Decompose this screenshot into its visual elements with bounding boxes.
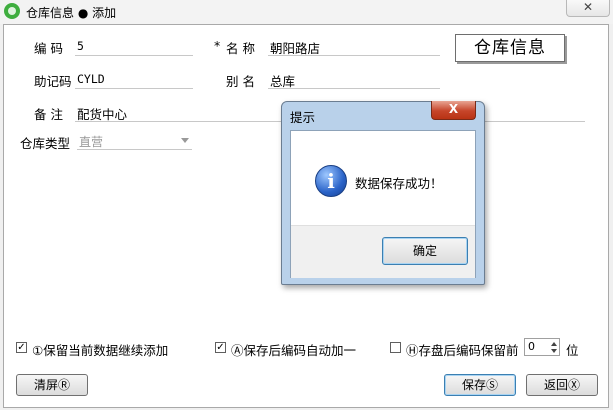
window-titlebar: 仓库信息 ● 添加 ✕ [0,0,613,24]
window-title: 仓库信息 ● 添加 [26,6,117,20]
remark-label: 备 注 [34,107,63,122]
dialog-ok-button[interactable]: 确定 [382,237,468,265]
chevron-down-icon [181,138,189,143]
alias-value: 总库 [270,74,296,89]
name-field[interactable]: 朝阳路店 [268,37,440,56]
mnemonic-value: CYLD [77,72,105,86]
keep-data-label: ①保留当前数据继续添加 [32,343,169,358]
dialog-title: 提示 [290,110,316,125]
code-field[interactable]: 5 [75,37,193,56]
dialog-message: 数据保存成功！ [355,176,443,191]
information-icon: i [315,165,347,197]
warehouse-banner: 仓库信息 [455,34,565,62]
mnemonic-field[interactable]: CYLD [75,70,193,89]
code-value: 5 [77,39,84,53]
type-label: 仓库类型 [20,136,71,151]
window-close-button[interactable]: ✕ [566,0,610,17]
name-required-mark: * [214,38,221,53]
auto-increment-label: Ⓐ保存后编码自动加一 [231,343,357,358]
auto-increment-checkbox[interactable]: ✓ [215,342,226,353]
keep-digits-value: 0 [528,340,535,353]
mnemonic-label: 助记码 [34,74,72,89]
name-label: 名 称 [226,41,255,56]
dialog-close-button[interactable]: X [431,101,476,120]
message-dialog: 提示 X i 数据保存成功！ 确定 [281,101,485,285]
dialog-body: i 数据保存成功！ 确定 [290,130,476,278]
type-value: 直营 [79,135,104,149]
keep-data-checkbox[interactable]: ✓ [16,342,27,353]
back-button[interactable]: 返回Ⓧ [526,374,598,396]
remark-value: 配货中心 [77,107,128,122]
app-icon [4,3,20,19]
code-label: 编 码 [34,41,63,56]
clear-button[interactable]: 清屏Ⓡ [16,374,88,396]
name-value: 朝阳路店 [270,41,321,56]
dialog-footer: 确定 [291,225,475,278]
alias-field[interactable]: 总库 [268,70,440,89]
type-select[interactable]: 直营 [77,131,192,150]
keep-digits-stepper[interactable]: 0 [524,338,560,356]
alias-label: 别 名 [226,74,255,89]
arrow-down-icon[interactable] [551,349,557,353]
keep-digits-unit: 位 [566,343,579,358]
keep-code-checkbox[interactable] [390,342,401,353]
save-button[interactable]: 保存Ⓢ [444,374,516,396]
arrow-up-icon[interactable] [551,342,557,346]
keep-code-label: Ⓗ存盘后编码保留前 [406,343,519,358]
